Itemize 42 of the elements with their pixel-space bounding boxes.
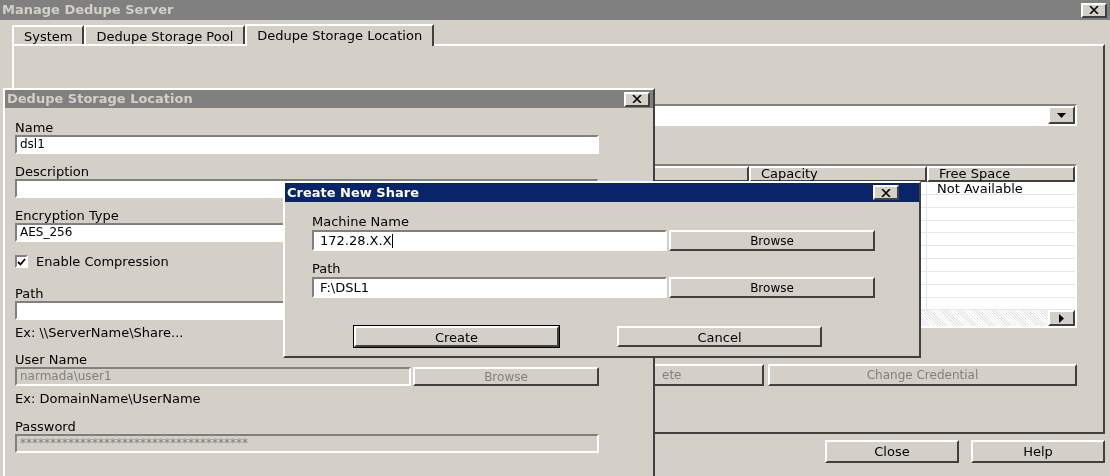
field-value: F:\DSL1	[320, 279, 369, 296]
close-icon	[632, 95, 642, 103]
button[interactable]: Create	[354, 326, 559, 347]
right-arrow-icon	[1059, 313, 1064, 323]
field-label: Path	[15, 284, 44, 301]
caret-icon	[1057, 112, 1066, 118]
field-label: Path	[312, 260, 341, 277]
column-header[interactable]: Capacity	[749, 166, 927, 182]
column-header[interactable]: Free Space	[927, 166, 1075, 182]
table-cell-text: Not Available	[936, 182, 1024, 194]
button[interactable]: Browse	[669, 230, 875, 251]
dialog-title: Dedupe Storage Location	[7, 90, 193, 109]
button[interactable]: Cancel	[617, 326, 822, 347]
button[interactable]: Help	[971, 440, 1105, 463]
field-label: Machine Name	[312, 213, 409, 230]
tab[interactable]: System	[12, 25, 85, 44]
close-icon	[1089, 6, 1099, 14]
field-label: Name	[15, 119, 54, 135]
field-value: 172.28.X.X	[320, 232, 392, 249]
button[interactable]: Browse	[669, 277, 875, 298]
tab[interactable]: Dedupe Storage Pool	[84, 25, 246, 44]
dropdown-button[interactable]	[1048, 106, 1075, 124]
input-field[interactable]: dsl1	[15, 135, 599, 154]
checkbox[interactable]	[15, 255, 28, 269]
checkbox-label: Enable Compression	[36, 253, 169, 271]
hint-text: Ex: DomainName\UserName	[15, 390, 201, 408]
field-label: Encryption Type	[15, 207, 119, 223]
hint-text: Ex: \\ServerName\Share...	[15, 323, 184, 342]
tab[interactable]: Dedupe Storage Location	[245, 24, 435, 46]
close-button[interactable]	[624, 91, 650, 107]
close-button[interactable]	[873, 185, 899, 200]
field-label: User Name	[15, 351, 88, 367]
input-field[interactable]: F:\DSL1	[312, 277, 667, 298]
window-title: Manage Dedupe Server	[2, 1, 174, 20]
button[interactable]: Close	[825, 440, 959, 463]
close-icon	[881, 188, 891, 197]
field-label: Description	[15, 163, 90, 179]
close-button[interactable]	[1081, 2, 1107, 18]
dialog-title: Create New Share	[287, 183, 419, 202]
input-field[interactable]: 172.28.X.X	[312, 230, 667, 251]
scroll-right-button[interactable]	[1048, 310, 1075, 327]
field-label: Password	[15, 417, 76, 434]
